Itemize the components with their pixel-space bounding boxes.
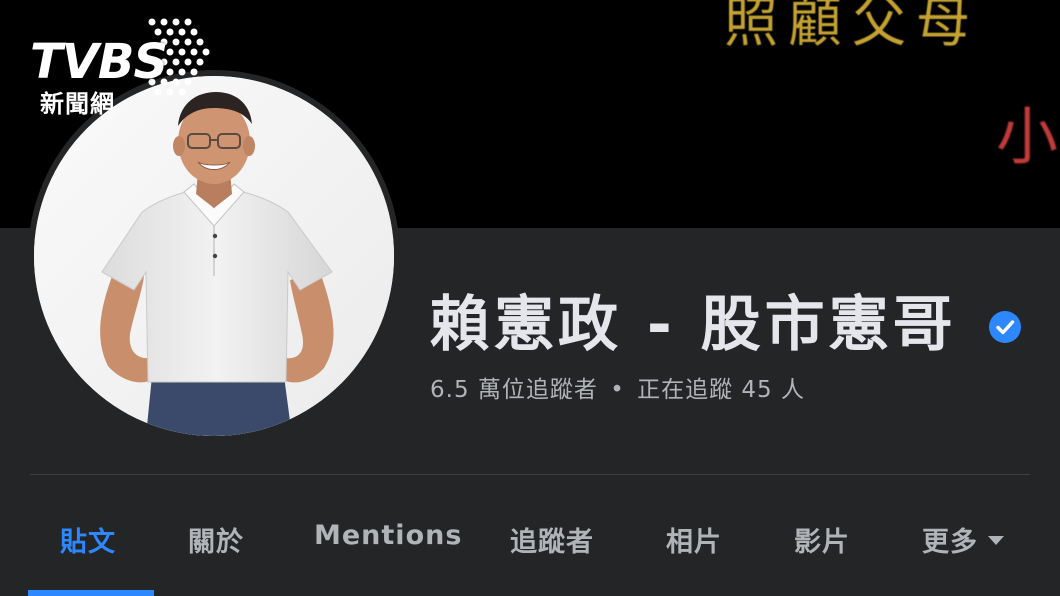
tab-mentions[interactable]: Mentions: [314, 520, 462, 551]
tab-followers[interactable]: 追蹤者: [510, 520, 594, 559]
active-tab-indicator: [28, 590, 154, 596]
cover-caption-yellow: 照顧父母: [724, 0, 980, 54]
chevron-down-icon: [988, 536, 1004, 545]
logo-subtitle: 新聞網: [40, 90, 115, 118]
followers-count[interactable]: 6.5 萬位追蹤者: [430, 377, 598, 403]
logo-wordmark: TVBS: [30, 34, 168, 90]
follower-stats: 6.5 萬位追蹤者 • 正在追蹤 45 人: [430, 370, 805, 404]
profile-avatar[interactable]: [34, 76, 394, 436]
person-photo: [34, 76, 394, 436]
verified-badge-icon: [989, 311, 1021, 343]
tab-about[interactable]: 關於: [188, 520, 244, 559]
stats-separator: •: [610, 377, 625, 403]
tab-photos[interactable]: 相片: [666, 520, 722, 559]
facebook-page-screen: 照顧父母 小 TVBS 新聞網 賴憲政 - 股市憲哥 6.5 萬位追蹤者 • 正…: [0, 0, 1060, 596]
tab-posts[interactable]: 貼文: [60, 520, 116, 559]
cover-caption-red: 小: [996, 100, 1059, 173]
header-divider: [30, 474, 1030, 475]
tab-more[interactable]: 更多: [922, 520, 1004, 559]
page-title: 賴憲政 - 股市憲哥: [430, 290, 957, 360]
following-count[interactable]: 正在追蹤 45 人: [637, 377, 805, 403]
profile-tabs: 貼文 關於 Mentions 追蹤者 相片 影片 更多: [0, 510, 1060, 566]
tab-more-label: 更多: [922, 527, 978, 558]
tab-videos[interactable]: 影片: [794, 520, 850, 559]
tvbs-logo: TVBS 新聞網: [30, 14, 210, 118]
